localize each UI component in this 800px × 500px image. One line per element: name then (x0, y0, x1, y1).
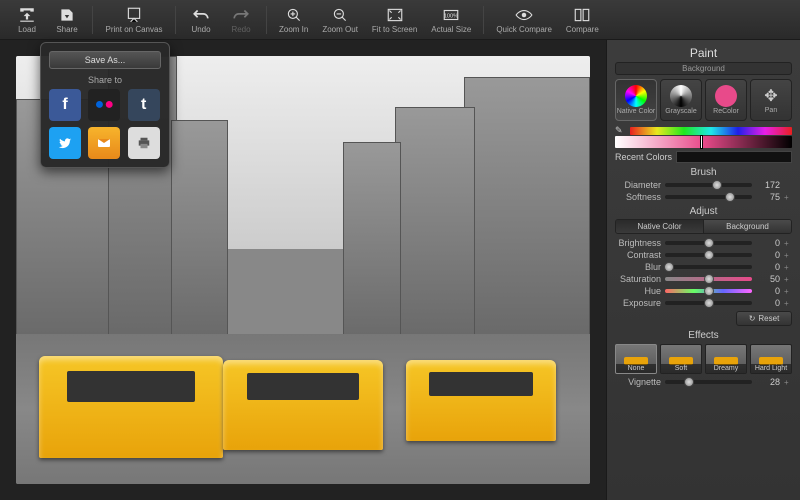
eyedropper-icon[interactable]: ✎ (615, 125, 627, 136)
share-facebook-button[interactable]: f (49, 89, 81, 121)
recent-colors-swatches[interactable] (676, 151, 792, 163)
adjust-section-title: Adjust (615, 206, 792, 217)
separator (175, 6, 176, 34)
actual-size-button[interactable]: 100%Actual Size (425, 4, 477, 36)
download-icon (18, 6, 36, 24)
panel-title: Paint (615, 46, 792, 60)
vignette-slider[interactable] (665, 380, 752, 384)
adjust-seg-native[interactable]: Native Color (616, 220, 704, 233)
load-button[interactable]: Load (8, 4, 46, 36)
share-print-button[interactable] (128, 127, 160, 159)
effect-soft[interactable]: Soft (660, 344, 702, 374)
effects-list: None Soft Dreamy Hard Light (615, 344, 792, 374)
undo-icon (192, 6, 210, 24)
fit-screen-button[interactable]: Fit to Screen (366, 4, 423, 36)
save-as-button[interactable]: Save As... (49, 51, 161, 69)
separator (483, 6, 484, 34)
adjust-seg-background[interactable]: Background (704, 220, 791, 233)
move-icon: ✥ (764, 86, 777, 106)
compare-button[interactable]: Compare (560, 4, 605, 36)
color-marker[interactable] (700, 135, 703, 149)
share-button[interactable]: Share (48, 4, 86, 36)
zoom-out-button[interactable]: Zoom Out (316, 4, 364, 36)
adjust-segment: Native Color Background (615, 219, 792, 234)
zoom-in-button[interactable]: Zoom In (273, 4, 314, 36)
recent-colors-label: Recent Colors (615, 152, 672, 162)
share-twitter-button[interactable] (49, 127, 81, 159)
effect-dreamy[interactable]: Dreamy (705, 344, 747, 374)
redo-icon (232, 6, 250, 24)
grayscale-icon (670, 85, 692, 107)
zoom-out-icon (331, 6, 349, 24)
quick-compare-button[interactable]: Quick Compare (490, 4, 558, 36)
print-canvas-button[interactable]: Print on Canvas (99, 4, 169, 36)
background-segment[interactable]: Background (615, 62, 792, 75)
eye-icon (515, 6, 533, 24)
exposure-slider[interactable] (665, 301, 752, 305)
reset-button[interactable]: ↻Reset (736, 311, 792, 326)
color-wheel-icon (625, 85, 647, 107)
effects-section-title: Effects (615, 330, 792, 341)
saturation-slider[interactable] (665, 277, 752, 281)
softness-slider[interactable] (665, 195, 752, 199)
main-toolbar: Load Share Print on Canvas Undo Redo Zoo… (0, 0, 800, 40)
right-panel: Paint Background Native Color Grayscale … (606, 40, 800, 500)
hue-strip[interactable] (630, 127, 792, 135)
compare-icon (573, 6, 591, 24)
recolor-icon (715, 85, 737, 107)
mode-grayscale[interactable]: Grayscale (660, 79, 702, 121)
share-to-label: Share to (49, 75, 161, 85)
effect-none[interactable]: None (615, 344, 657, 374)
blur-slider[interactable] (665, 265, 752, 269)
mode-native-color[interactable]: Native Color (615, 79, 657, 121)
zoom-in-icon (285, 6, 303, 24)
fit-icon (386, 6, 404, 24)
brightness-slider[interactable] (665, 241, 752, 245)
share-flickr-button[interactable]: ●● (88, 89, 120, 121)
refresh-icon: ↻ (749, 314, 756, 323)
svg-text:100%: 100% (444, 13, 458, 19)
share-icon (58, 6, 76, 24)
canvas-icon (125, 6, 143, 24)
separator (92, 6, 93, 34)
canvas-area[interactable]: Save As... Share to f ●● t (0, 40, 606, 500)
brush-section-title: Brush (615, 167, 792, 178)
diameter-slider[interactable] (665, 183, 752, 187)
undo-button[interactable]: Undo (182, 4, 220, 36)
mode-pan[interactable]: ✥Pan (750, 79, 792, 121)
contrast-slider[interactable] (665, 253, 752, 257)
saturation-strip[interactable] (615, 136, 792, 148)
actual-size-icon: 100% (442, 6, 460, 24)
share-email-button[interactable] (88, 127, 120, 159)
effect-hardlight[interactable]: Hard Light (750, 344, 792, 374)
redo-button[interactable]: Redo (222, 4, 260, 36)
separator (266, 6, 267, 34)
paint-modes: Native Color Grayscale ReColor ✥Pan (615, 79, 792, 121)
share-tumblr-button[interactable]: t (128, 89, 160, 121)
share-popup: Save As... Share to f ●● t (40, 42, 170, 168)
mode-recolor[interactable]: ReColor (705, 79, 747, 121)
hue-slider[interactable] (665, 289, 752, 293)
